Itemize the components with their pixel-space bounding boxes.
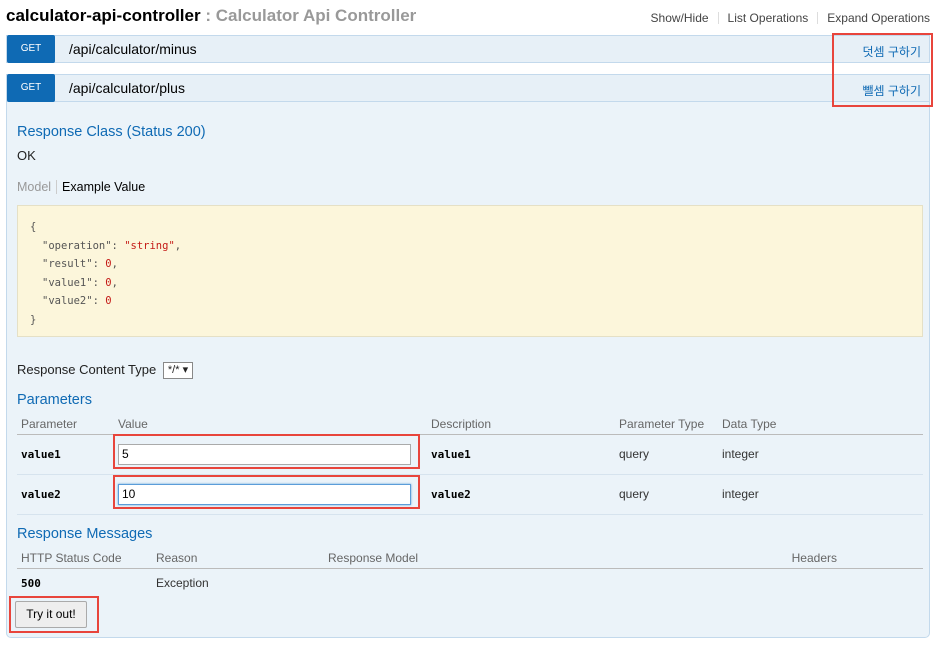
param-type: query	[615, 474, 718, 515]
col-reason: Reason	[152, 548, 324, 569]
title-separator: :	[200, 6, 216, 25]
expand-operations-link[interactable]: Expand Operations	[827, 11, 930, 25]
parameters-title: Parameters	[17, 392, 92, 408]
status-code: 500	[21, 576, 41, 590]
operation-path[interactable]: /api/calculator/minus	[69, 41, 197, 57]
tab-model[interactable]: Model	[17, 180, 58, 194]
json-field: "value2": 0	[42, 295, 112, 307]
param-name: value2	[17, 474, 114, 515]
response-reason: Exception	[156, 576, 209, 591]
highlight-try-button-box	[9, 596, 99, 633]
content-type-select[interactable]: */* ▾	[162, 362, 194, 379]
json-field: "operation": "string",	[42, 239, 182, 252]
json-close-brace: }	[30, 313, 37, 326]
table-row: 500 Exception	[17, 568, 923, 598]
example-value-code[interactable]: { "operation": "string", "result": 0, "v…	[17, 205, 923, 337]
operation-minus[interactable]: GET /api/calculator/minus 덧셈 구하기	[6, 35, 930, 63]
json-field: "result": 0,	[42, 258, 118, 270]
resource-name[interactable]: calculator-api-controller	[6, 6, 201, 25]
highlight-value1-box	[113, 434, 420, 469]
col-parameter-type: Parameter Type	[615, 414, 718, 435]
link-divider	[817, 12, 819, 24]
list-operations-link[interactable]: List Operations	[728, 11, 809, 25]
resource-description: Calculator Api Controller	[215, 6, 417, 25]
resource-title[interactable]: calculator-api-controller : Calculator A…	[6, 6, 416, 26]
col-http-status-code: HTTP Status Code	[17, 548, 152, 569]
param-description: value1	[427, 434, 615, 475]
col-parameter: Parameter	[17, 414, 114, 435]
header-links: Show/Hide List Operations Expand Operation…	[651, 11, 930, 25]
response-messages-title: Response Messages	[17, 526, 153, 542]
col-value: Value	[114, 414, 427, 435]
http-method-badge[interactable]: GET	[7, 74, 55, 102]
json-open-brace: {	[30, 221, 37, 233]
http-method-badge[interactable]: GET	[7, 35, 55, 63]
col-headers: Headers	[783, 548, 923, 569]
show-hide-link[interactable]: Show/Hide	[651, 11, 709, 25]
col-description: Description	[427, 414, 615, 435]
param-data-type: integer	[718, 474, 923, 515]
response-messages-table: HTTP Status Code Reason Response Model H…	[17, 548, 923, 598]
col-response-model: Response Model	[324, 548, 783, 569]
json-field: "value1": 0,	[42, 276, 118, 289]
operation-content: Response Class (Status 200) OK Model Exam…	[6, 102, 930, 638]
col-data-type: Data Type	[718, 414, 923, 435]
tab-example-value[interactable]: Example Value	[57, 180, 145, 194]
link-divider	[717, 12, 719, 24]
content-type-row: Response Content Type */* ▾	[17, 362, 194, 379]
content-type-label: Response Content Type	[17, 362, 157, 377]
response-model	[324, 568, 783, 598]
model-tabs: Model Example Value	[17, 180, 145, 194]
operation-path[interactable]: /api/calculator/plus	[69, 80, 185, 96]
resource-header: calculator-api-controller : Calculator A…	[6, 4, 930, 30]
operation-plus[interactable]: GET /api/calculator/plus 뺄셈 구하기	[6, 74, 930, 102]
response-status-text: OK	[17, 148, 36, 163]
param-data-type: integer	[718, 434, 923, 475]
highlight-value2-box	[113, 475, 420, 509]
param-name: value1	[17, 434, 114, 475]
param-description: value2	[427, 474, 615, 515]
response-class-title: Response Class (Status 200)	[17, 124, 206, 140]
response-header-row: HTTP Status Code Reason Response Model H…	[17, 548, 923, 569]
response-headers	[783, 568, 923, 598]
param-type: query	[615, 434, 718, 475]
parameters-header-row: Parameter Value Description Parameter Ty…	[17, 414, 923, 435]
dropdown-arrow-icon: ▾	[182, 364, 189, 376]
highlight-summary-box	[832, 33, 933, 107]
